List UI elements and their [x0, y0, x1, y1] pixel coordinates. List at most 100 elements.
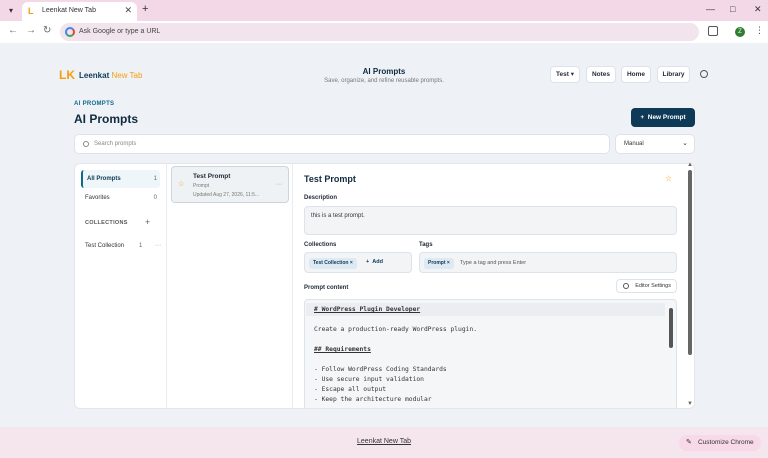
chrome-menu-icon[interactable]: ⋮ [755, 25, 764, 36]
collections-field[interactable]: Test Collection × + Add [304, 252, 412, 273]
google-icon [65, 27, 75, 37]
profile-avatar[interactable]: Z [735, 27, 745, 37]
sidebar-item-test-collection[interactable]: Test Collection 1 ⋯ [81, 237, 161, 255]
editor-settings-button[interactable]: Editor Settings [616, 279, 677, 293]
tag-input-placeholder: Type a tag and press Enter [460, 260, 527, 266]
sidebar-item-count: 1 [153, 176, 157, 182]
breadcrumb: AI PROMPTS [74, 101, 115, 107]
new-prompt-button[interactable]: + New Prompt [631, 108, 695, 127]
nav-home-label: Home [626, 71, 646, 78]
prompt-content-editor[interactable]: # WordPress Plugin Developer Create a pr… [304, 299, 677, 408]
sidebar-item-all-prompts[interactable]: All Prompts 1 [81, 170, 160, 188]
search-input[interactable]: Search prompts [74, 134, 610, 154]
nav-home[interactable]: Home [621, 66, 651, 83]
add-collection-icon[interactable]: + [145, 217, 150, 227]
footer-link[interactable]: Leenkat New Tab [0, 438, 768, 445]
new-tab-icon[interactable]: + [142, 3, 148, 15]
more-icon[interactable]: ⋯ [155, 237, 161, 255]
sidebar-item-label: Test Collection [85, 243, 125, 249]
more-icon[interactable]: ⋯ [276, 181, 282, 188]
description-value: this is a test prompt. [311, 213, 365, 219]
nav-notes-label: Notes [591, 71, 611, 78]
sidebar-item-label: All Prompts [87, 176, 121, 182]
page-title: AI Prompts [74, 112, 139, 126]
sidebar-item-favorites[interactable]: Favorites 0 [81, 189, 160, 207]
gear-icon [623, 283, 629, 289]
prompt-card-updated: Updated Aug 27, 2026, 11:5... [193, 192, 260, 198]
editor-settings-label: Editor Settings [635, 283, 671, 289]
sidebar-item-count: 0 [153, 195, 157, 201]
header-title: AI Prompts [362, 67, 406, 76]
prompt-card[interactable]: ☆ Test Prompt Prompt Updated Aug 27, 202… [171, 166, 289, 203]
scroll-down-icon[interactable]: ▼ [687, 401, 693, 407]
pencil-icon: ✎ [686, 439, 692, 446]
tab-close-icon[interactable]: ✕ [124, 5, 132, 16]
editor-scrollbar[interactable] [669, 308, 673, 348]
prompt-content-label: Prompt content [304, 285, 349, 291]
tags-label: Tags [419, 242, 433, 248]
prompt-detail: Test Prompt ☆ Description this is a test… [293, 164, 694, 408]
forward-icon[interactable]: → [26, 25, 36, 36]
nav-library-label: Library [662, 71, 685, 78]
collection-chip: Test Collection × [309, 258, 357, 269]
tab-strip: ▾ L Leenkat New Tab ✕ + — □ ✕ [0, 0, 768, 21]
chevron-down-icon: ⌄ [682, 140, 688, 147]
detail-title: Test Prompt [304, 174, 356, 184]
add-collection-button[interactable]: + Add [366, 259, 383, 265]
collection-chip-label: Test Collection [313, 260, 349, 266]
maximize-icon[interactable]: □ [730, 4, 735, 14]
favorite-star-icon[interactable]: ☆ [665, 174, 672, 183]
add-label: Add [372, 259, 383, 265]
sidebar: All Prompts 1 Favorites 0 COLLECTIONS + … [75, 164, 167, 408]
code-line: Create a production-ready WordPress plug… [314, 326, 478, 333]
browser-toolbar: ← → ↻ Ask Google or type a URL Z ⋮ [0, 21, 768, 43]
page-scrollbar[interactable] [688, 170, 692, 355]
tags-field[interactable]: Prompt × Type a tag and press Enter [419, 252, 677, 273]
sort-value: Manual [624, 141, 644, 147]
minimize-icon[interactable]: — [706, 4, 715, 14]
customize-chrome-button[interactable]: ✎ Customize Chrome [679, 435, 761, 451]
code-line: ## Requirements [314, 346, 371, 353]
nav-library[interactable]: Library [657, 66, 690, 83]
header-subtitle: Save, organize, and refine reusable prom… [324, 78, 444, 84]
search-placeholder: Search prompts [94, 141, 137, 147]
star-icon[interactable]: ☆ [178, 180, 184, 188]
sidebar-item-label: Favorites [85, 195, 110, 201]
customize-label: Customize Chrome [698, 439, 754, 446]
back-icon[interactable]: ← [8, 25, 18, 36]
page: LK Leenkat New Tab AI Prompts Save, orga… [0, 43, 768, 427]
description-label: Description [304, 195, 338, 201]
tab-search-icon[interactable]: ▾ [4, 4, 18, 18]
code-line: - Follow WordPress Coding Standards [314, 366, 447, 373]
tag-chip-label: Prompt [428, 260, 446, 266]
nav-notes[interactable]: Notes [586, 66, 616, 83]
omnibox[interactable]: Ask Google or type a URL [60, 23, 699, 41]
code-line: - Keep the architecture modular [314, 396, 432, 403]
prompt-card-type: Prompt [193, 183, 210, 189]
collections-heading: COLLECTIONS [85, 220, 128, 226]
new-prompt-label: New Prompt [647, 114, 686, 121]
code-line: - Use secure input validation [314, 376, 424, 383]
footer: Leenkat New Tab ✎ Customize Chrome [0, 427, 768, 458]
reload-icon[interactable]: ↻ [43, 25, 51, 36]
description-field[interactable]: this is a test prompt. [304, 206, 677, 235]
prompt-card-title: Test Prompt [193, 173, 231, 180]
window-close-icon[interactable]: ✕ [754, 4, 762, 15]
prompts-panel: All Prompts 1 Favorites 0 COLLECTIONS + … [74, 163, 695, 409]
tag-chip: Prompt × [424, 258, 454, 269]
sort-select[interactable]: Manual ⌄ [615, 134, 695, 154]
tab-title: Leenkat New Tab [42, 7, 96, 14]
extensions-icon[interactable] [708, 26, 718, 36]
nav-test-dropdown[interactable]: Test ▾ [550, 66, 580, 83]
browser-tab[interactable]: L Leenkat New Tab ✕ [22, 2, 137, 21]
scroll-up-icon[interactable]: ▲ [687, 162, 693, 168]
collections-label: Collections [304, 242, 337, 248]
code-line: - Escape all output [314, 386, 387, 393]
settings-icon[interactable] [700, 70, 708, 78]
tab-favicon-icon: L [28, 6, 34, 16]
omnibox-placeholder: Ask Google or type a URL [79, 28, 161, 35]
nav-test-label: Test [556, 71, 569, 78]
search-icon [83, 141, 89, 147]
sidebar-item-count: 1 [139, 243, 143, 249]
code-line: # WordPress Plugin Developer [314, 306, 421, 313]
